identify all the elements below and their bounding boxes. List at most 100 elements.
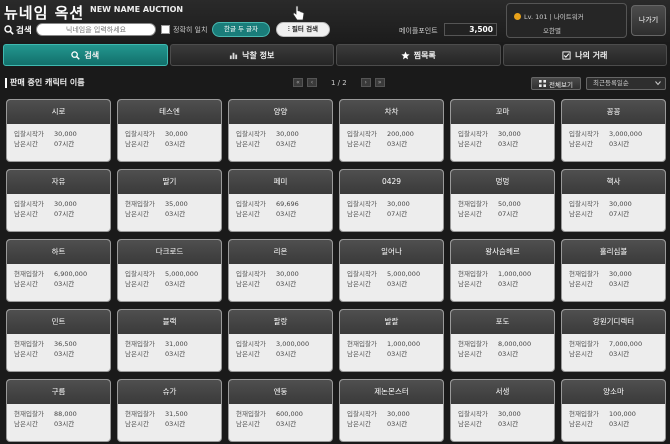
main-tabs: 검색 낙찰 정보 찜목록 나의 거래 — [3, 44, 667, 66]
card-price-value: 5,000,000 — [387, 270, 421, 278]
card-price-label: 입찰시작가 — [347, 130, 377, 138]
card-price-label: 입찰시작가 — [347, 200, 377, 208]
auction-card[interactable]: 구름 현재입찰가 88,000 남은시간 03시간 — [6, 379, 111, 442]
tab-label: 낙찰 정보 — [242, 50, 275, 60]
auction-card[interactable]: 자유 입찰시작가 30,000 남은시간 07시간 — [6, 169, 111, 232]
view-all-button[interactable]: 전체보기 — [531, 77, 581, 90]
auction-card[interactable]: 양양입찰시작가 30,000 남은시간 03시간 — [228, 99, 333, 162]
auction-card[interactable]: 민트 현재입찰가 36,500 남은시간 03시간 — [6, 309, 111, 372]
auction-card[interactable]: 다크로드 입찰시작가 5,000,000 남은시간 03시간 — [117, 239, 222, 302]
search-input[interactable] — [36, 23, 156, 36]
card-body: 입찰시작가 30,000 남은시간 07시간 — [7, 124, 110, 149]
auction-card[interactable]: 딸기 현재입찰가 35,000 남은시간 03시간 — [117, 169, 222, 232]
card-price-label: 현재입찰가 — [236, 410, 266, 418]
search-icon — [4, 25, 14, 35]
exit-button[interactable]: 나가기 — [631, 5, 666, 36]
card-price-value: 7,000,000 — [609, 340, 643, 348]
auction-card[interactable]: 홀리심볼 현재입찰가 30,000 남은시간 03시간 — [561, 239, 666, 302]
card-body: 현재입찰가 600,000 남은시간 03시간 — [229, 404, 332, 429]
card-price-row: 현재입찰가 36,500 — [14, 339, 103, 349]
card-time-label: 남은시간 — [347, 210, 371, 218]
card-character-name: 시로 — [7, 100, 110, 124]
card-time-value: 03시간 — [387, 350, 408, 358]
card-price-value: 30,000 — [387, 410, 410, 418]
card-time-row: 남은시간 03시간 — [347, 139, 436, 149]
auction-card[interactable]: 차차입찰시작가 200,000 남은시간 03시간 — [339, 99, 444, 162]
auction-card[interactable]: 하트 현재입찰가 6,900,000 남은시간 03시간 — [6, 239, 111, 302]
filter-search-button[interactable]: ⫶ 필터 검색 — [276, 22, 330, 37]
card-price-value: 3,000,000 — [276, 340, 310, 348]
card-character-name: 슈가 — [118, 380, 221, 404]
profile-panel: Lv. 101 | 나이트워커 오한별 — [506, 3, 627, 38]
auction-card[interactable]: 페미 입찰시작가 69,696 남은시간 03시간 — [228, 169, 333, 232]
card-character-name: 팔랑 — [229, 310, 332, 334]
auction-card[interactable]: 제논몬스터 입찰시작가 30,000 남은시간 03시간 — [339, 379, 444, 442]
auction-card[interactable]: 일어나 입찰시작가 5,000,000 남은시간 03시간 — [339, 239, 444, 302]
auction-card[interactable]: 서생 입찰시작가 30,000 남은시간 03시간 — [450, 379, 555, 442]
card-price-value: 30,000 — [276, 130, 299, 138]
card-body: 현재입찰가 7,000,000 남은시간 03시간 — [562, 334, 665, 359]
tab-wishlist[interactable]: 찜목록 — [336, 44, 501, 66]
auction-card[interactable]: 블랙 현재입찰가 31,000 남은시간 03시간 — [117, 309, 222, 372]
auction-card[interactable]: 테스엔 입찰시작가 30,000 남은시간 03시간 — [117, 99, 222, 162]
auction-card[interactable]: 팔랑 입찰시작가 3,000,000 남은시간 03시간 — [228, 309, 333, 372]
card-character-name: 딸기 — [118, 170, 221, 194]
card-character-name: 양양 — [229, 100, 332, 124]
card-time-row: 남은시간 03시간 — [347, 279, 436, 289]
card-time-row: 남은시간 03시간 — [125, 209, 214, 219]
header: 뉴네임 옥션 NEW NAME AUCTION 검색 정확히 일치 한글 두 글… — [0, 0, 670, 42]
card-price-label: 입찰시작가 — [236, 130, 266, 138]
exact-match-checkbox[interactable] — [161, 25, 170, 34]
card-body: 현재입찰가 1,000,000 남은시간 03시간 — [451, 264, 554, 289]
level-coin-icon — [514, 12, 521, 20]
auction-card[interactable]: 슈가 현재입찰가 31,500 남은시간 03시간 — [117, 379, 222, 442]
prev-page-button[interactable]: ‹ — [307, 78, 317, 87]
auction-card[interactable]: 멍멍 현재입찰가 50,000 남은시간 07시간 — [450, 169, 555, 232]
card-body: 입찰시작가 30,000 남은시간 03시간 — [451, 124, 554, 149]
card-body: 입찰시작가 3,000,000 남은시간 03시간 — [562, 124, 665, 149]
next-page-button[interactable]: › — [360, 78, 371, 87]
card-price-label: 입찰시작가 — [458, 410, 488, 418]
auction-card[interactable]: 시로 입찰시작가 30,000 남은시간 07시간 — [6, 99, 111, 162]
auction-card[interactable]: 리온 입찰시작가 30,000 남은시간 03시간 — [228, 239, 333, 302]
card-price-row: 입찰시작가 30,000 — [458, 409, 547, 419]
card-price-value: 100,000 — [609, 410, 636, 418]
pagination: « ‹ 1 / 2 › » — [293, 78, 385, 87]
card-time-label: 남은시간 — [125, 350, 149, 358]
search-mode-button[interactable]: 한글 두 글자 — [212, 22, 270, 37]
auction-card[interactable]: 핵사 입찰시작가 30,000 남은시간 07시간 — [561, 169, 666, 232]
tab-my-trades[interactable]: 나의 거래 — [502, 44, 667, 66]
card-price-value: 36,500 — [54, 340, 77, 348]
card-time-value: 03시간 — [609, 280, 630, 288]
last-page-button[interactable]: » — [374, 78, 385, 87]
auction-card[interactable]: 엔둥 현재입찰가 600,000 남은시간 03시간 — [228, 379, 333, 442]
first-page-button[interactable]: « — [293, 78, 303, 87]
sort-select[interactable]: 최근등록일순 — [586, 77, 666, 90]
card-character-name: 페미 — [229, 170, 332, 194]
card-body: 현재입찰가 50,000 남은시간 07시간 — [451, 194, 554, 219]
card-time-value: 03시간 — [498, 140, 519, 148]
card-price-value: 200,000 — [387, 130, 414, 138]
card-body: 현재입찰가 36,500 남은시간 03시간 — [7, 334, 110, 359]
auction-card[interactable]: 포도 현재입찰가 8,000,000 남은시간 03시간 — [450, 309, 555, 372]
card-time-row: 남은시간 03시간 — [236, 139, 325, 149]
auction-card[interactable]: 왕사슴헤르 현재입찰가 1,000,000 남은시간 03시간 — [450, 239, 555, 302]
card-time-value: 03시간 — [54, 280, 75, 288]
card-time-value: 03시간 — [165, 420, 186, 428]
auction-card[interactable]: 0429 입찰시작가 30,000 남은시간 07시간 — [339, 169, 444, 232]
card-price-row: 현재입찰가 88,000 — [14, 409, 103, 419]
card-price-value: 1,000,000 — [498, 270, 532, 278]
card-time-row: 남은시간 03시간 — [569, 279, 658, 289]
card-time-value: 07시간 — [54, 210, 75, 218]
auction-card[interactable]: 양소마 현재입찰가 100,000 남은시간 03시간 — [561, 379, 666, 442]
card-time-value: 03시간 — [54, 420, 75, 428]
tab-search[interactable]: 검색 — [3, 44, 168, 66]
tab-winning-bid-info[interactable]: 낙찰 정보 — [169, 44, 334, 66]
auction-card[interactable]: 발랄 현재입찰가 1,000,000 남은시간 03시간 — [339, 309, 444, 372]
card-body: 입찰시작가 30,000 남은시간 03시간 — [118, 124, 221, 149]
auction-card[interactable]: 강원기디렉터 현재입찰가 7,000,000 남은시간 03시간 — [561, 309, 666, 372]
card-price-label: 입찰시작가 — [236, 200, 266, 208]
auction-card[interactable]: 꼬마 입찰시작가 30,000 남은시간 03시간 — [450, 99, 555, 162]
card-character-name: 차차 — [340, 100, 443, 124]
auction-card[interactable]: 꽁꽁 입찰시작가 3,000,000 남은시간 03시간 — [561, 99, 666, 162]
